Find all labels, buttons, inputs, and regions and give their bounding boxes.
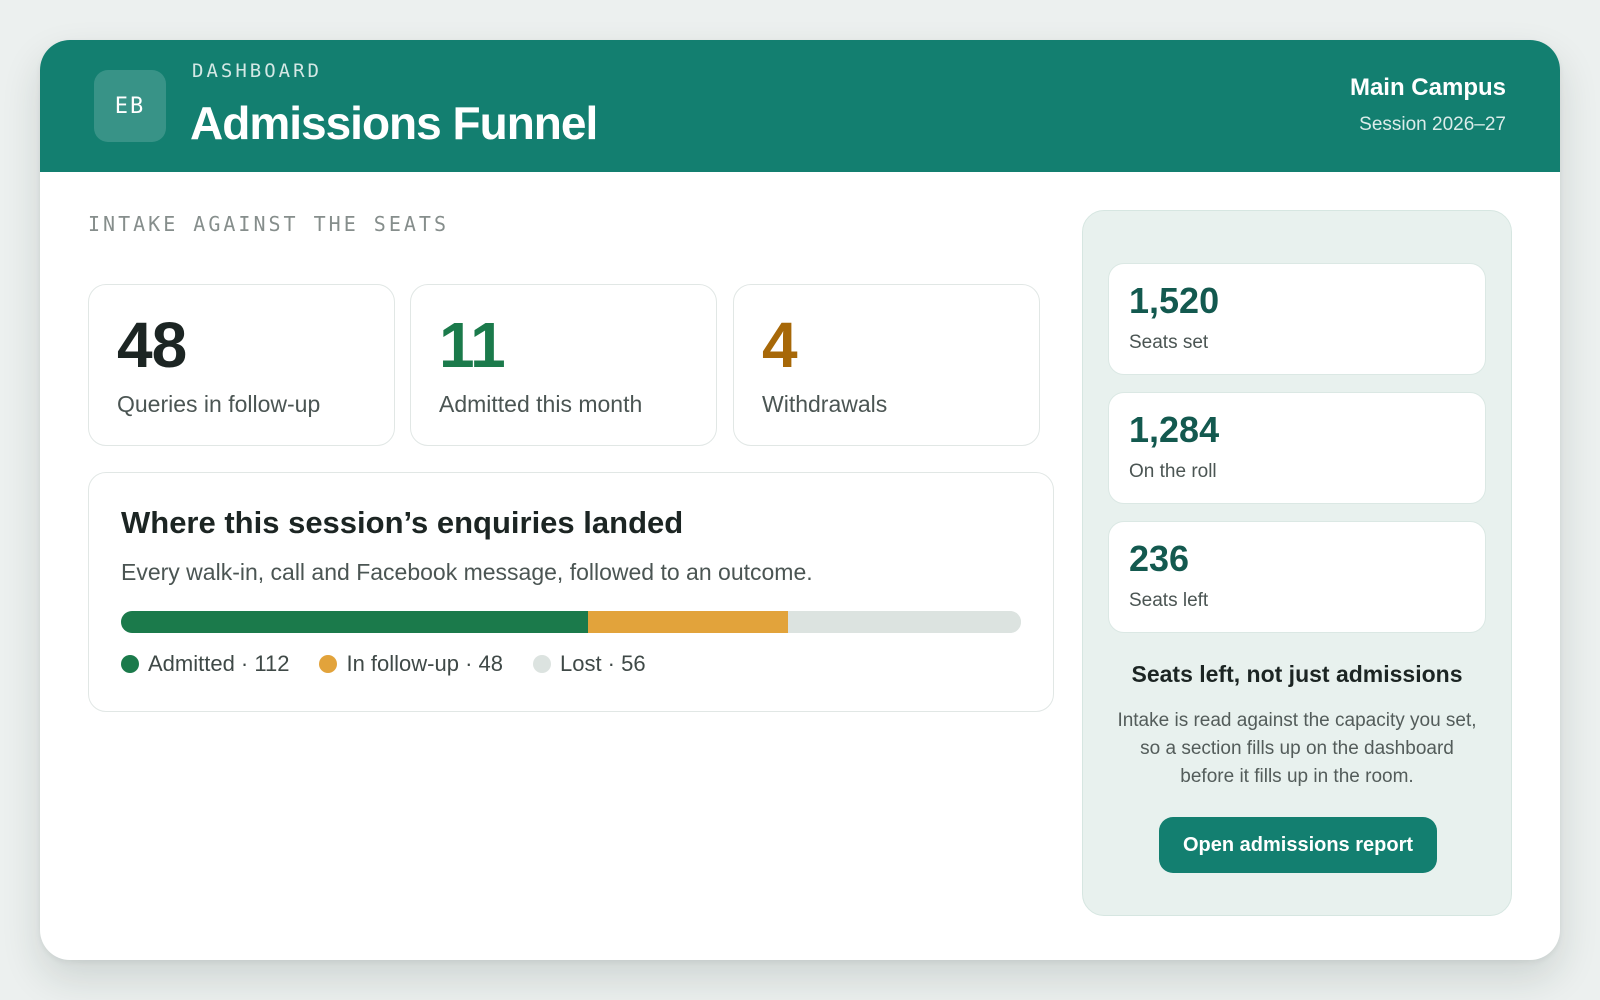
funnel-segment-follow-up <box>587 611 788 633</box>
kpi-label: Seats left <box>1129 590 1209 611</box>
legend-label: Admitted · 112 <box>148 651 290 676</box>
stat-card-withdrawals: 4 Withdrawals <box>733 284 1040 446</box>
kpi-value: 1,520 <box>1129 280 1220 321</box>
stat-card-queries: 48 Queries in follow-up <box>88 284 395 446</box>
kpi-value: 1,284 <box>1129 409 1220 450</box>
session-label: Session 2026–27 <box>1359 114 1506 135</box>
capacity-panel: 1,520 Seats set 1,284 On the roll 236 Se… <box>1082 210 1512 916</box>
section-label: INTAKE AGAINST THE SEATS <box>88 212 449 236</box>
funnel-progress-bar <box>121 611 1021 633</box>
stat-card-admitted: 11 Admitted this month <box>410 284 717 446</box>
funnel-card: Where this session’s enquiries landed Ev… <box>88 472 1054 712</box>
funnel-subtitle: Every walk-in, call and Facebook message… <box>121 559 813 585</box>
campus-info: Main Campus Session 2026–27 <box>1350 74 1506 136</box>
legend-dot <box>319 655 338 673</box>
legend-label: Lost · 56 <box>559 651 646 676</box>
stat-label: Queries in follow-up <box>117 391 321 417</box>
legend-item-admitted: Admitted · 112 <box>121 651 289 677</box>
kpi-seats-left: 236 Seats left <box>1108 521 1486 633</box>
kpi-label: Seats set <box>1129 332 1209 353</box>
legend-dot <box>532 655 551 673</box>
funnel-legend: Admitted · 112 In follow-up · 48 Lost · … <box>121 651 676 677</box>
kpi-value: 236 <box>1129 538 1190 579</box>
legend-item-lost: Lost · 56 <box>532 651 646 677</box>
stat-value: 4 <box>762 309 798 381</box>
kpi-seats-set: 1,520 Seats set <box>1108 263 1486 375</box>
kpi-label: On the roll <box>1129 461 1217 482</box>
funnel-segment-lost <box>787 611 1021 633</box>
legend-item-follow-up: In follow-up · 48 <box>319 651 503 677</box>
header-eyebrow: DASHBOARD <box>192 60 322 82</box>
capacity-description: Intake is read against the capacity you … <box>1117 710 1477 787</box>
funnel-title: Where this session’s enquiries landed <box>121 505 684 540</box>
page-title: Admissions Funnel <box>190 97 598 149</box>
legend-dot <box>121 655 139 673</box>
app-header: EB DASHBOARD Admissions Funnel Main Camp… <box>40 40 1560 172</box>
avatar[interactable]: EB <box>94 70 166 142</box>
open-admissions-report-button[interactable]: Open admissions report <box>1159 817 1437 873</box>
campus-name: Main Campus <box>1349 74 1506 101</box>
capacity-heading: Seats left, not just admissions <box>1131 661 1463 687</box>
stat-value: 11 <box>439 309 506 381</box>
funnel-segment-admitted <box>121 611 588 633</box>
kpi-on-the-roll: 1,284 On the roll <box>1108 392 1486 504</box>
stat-label: Admitted this month <box>439 391 643 417</box>
stat-value: 48 <box>117 309 187 381</box>
dashboard-window: EB DASHBOARD Admissions Funnel Main Camp… <box>40 40 1560 960</box>
legend-label: In follow-up · 48 <box>346 651 503 676</box>
stat-label: Withdrawals <box>762 391 888 417</box>
